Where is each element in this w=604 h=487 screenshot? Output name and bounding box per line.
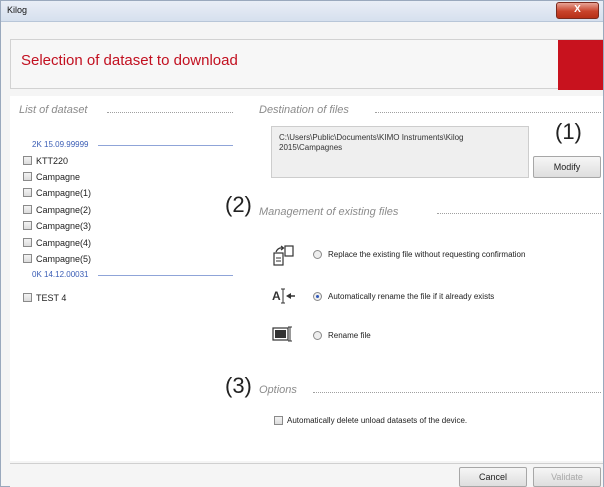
dataset-item[interactable]: Campagne(3) [23,219,91,232]
svg-text:A: A [272,289,281,303]
dialog-header: Selection of dataset to download [10,39,603,90]
window-title: Kilog [7,5,28,15]
dataset-checkbox[interactable] [23,156,32,165]
dialog-title: Selection of dataset to download [21,52,238,69]
option-label: Rename file [328,331,371,340]
auto-delete-label: Automatically delete unload datasets of … [287,416,468,425]
kilog-window: Kilog X Selection of dataset to download… [0,0,604,487]
dataset-checkbox[interactable] [23,188,32,197]
cancel-button[interactable]: Cancel [459,467,527,487]
title-bar: Kilog X [1,1,603,22]
dataset-item[interactable]: TEST 4 [23,291,66,304]
dataset-checkbox[interactable] [23,254,32,263]
close-button[interactable]: X [556,2,599,19]
dataset-item-label: Campagne(2) [36,204,92,215]
dataset-item-label: TEST 4 [36,292,67,303]
destination-path-field[interactable]: C:\Users\Public\Documents\KIMO Instrumen… [271,126,529,178]
option-label: Automatically rename the file if it alre… [328,292,495,301]
device-label: 2K 15.09.99999 [32,140,89,149]
dataset-item-label: Campagne(3) [36,220,92,231]
dataset-list-title: List of dataset [19,104,88,116]
dataset-item[interactable]: Campagne(2) [23,203,91,216]
rename-radio[interactable] [313,331,322,340]
rename-file-icon [272,326,296,342]
dataset-item-label: KTT220 [36,155,69,166]
auto-delete-option[interactable]: Automatically delete unload datasets of … [274,414,467,427]
device-divider [98,145,233,146]
validate-button[interactable]: Validate [533,467,601,487]
section-divider [313,392,601,393]
marker-2: (2) [225,192,252,217]
dataset-checkbox[interactable] [23,205,32,214]
dataset-checkbox[interactable] [23,172,32,181]
device-divider [98,275,233,276]
replace-file-icon [272,244,296,268]
option-auto-rename[interactable]: Automatically rename the file if it alre… [313,292,494,301]
brand-accent [558,40,603,90]
section-divider [375,112,601,113]
destination-title: Destination of files [259,104,349,116]
dataset-checkbox[interactable] [23,238,32,247]
device-label: 0K 14.12.00031 [32,270,89,279]
dataset-item-label: Campagne(1) [36,187,92,198]
dataset-item-label: Campagne(5) [36,253,92,264]
modify-button[interactable]: Modify [533,156,601,178]
auto-rename-icon: A [272,287,296,305]
dataset-item[interactable]: KTT220 [23,154,68,167]
management-title: Management of existing files [259,206,399,218]
replace-radio[interactable] [313,250,322,259]
marker-3: (3) [225,373,252,398]
dataset-checkbox[interactable] [23,293,32,302]
dataset-item[interactable]: Campagne(1) [23,186,91,199]
option-label: Replace the existing file without reques… [328,250,526,259]
dataset-item[interactable]: Campagne(5) [23,252,91,265]
section-divider [107,112,233,113]
dataset-item[interactable]: Campagne [23,170,80,183]
destination-path: C:\Users\Public\Documents\KIMO Instrumen… [279,133,464,152]
dataset-checkbox[interactable] [23,221,32,230]
auto-delete-checkbox[interactable] [274,416,283,425]
dataset-item[interactable]: Campagne(4) [23,236,91,249]
options-title: Options [259,384,297,396]
marker-1: (1) [555,119,582,144]
auto-rename-radio[interactable] [313,292,322,301]
section-divider [437,213,601,214]
option-replace[interactable]: Replace the existing file without reques… [313,250,525,259]
option-rename[interactable]: Rename file [313,331,371,340]
dataset-item-label: Campagne(4) [36,237,92,248]
dataset-item-label: Campagne [36,171,81,182]
